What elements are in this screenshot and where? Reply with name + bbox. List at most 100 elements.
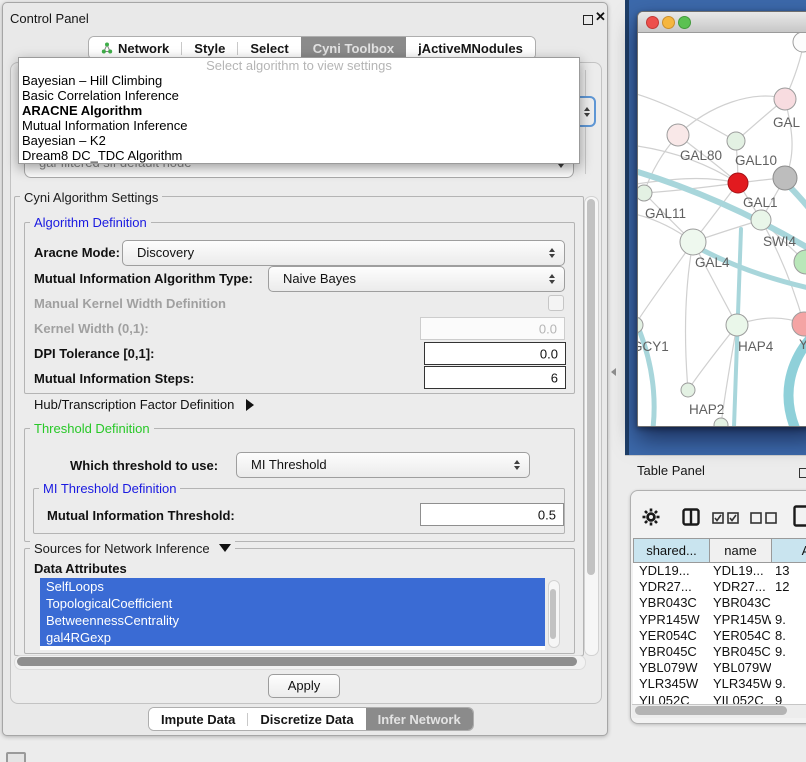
list-item[interactable]: SelfLoops — [40, 578, 545, 595]
node-selected-red[interactable] — [728, 173, 748, 193]
table-row[interactable]: YBR043C YBR043C — [633, 595, 806, 611]
node-table[interactable]: YDL19... YDL19... 13 YDR27... YDR27... 1… — [633, 563, 806, 704]
aracne-mode-combo[interactable]: Discovery — [122, 240, 565, 266]
table-panel-float-icon[interactable] — [799, 468, 806, 478]
mi-steps-label: Mutual Information Steps: — [34, 371, 194, 386]
mi-steps-field[interactable]: 6 — [424, 366, 566, 389]
apply-button[interactable]: Apply — [268, 674, 340, 698]
node-gal80[interactable] — [667, 124, 689, 146]
table-row[interactable]: YDL19... YDL19... 13 — [633, 563, 806, 579]
table-row[interactable]: YIL052C YIL052C 9 — [633, 693, 806, 705]
cell-name: YPR145W — [709, 612, 771, 628]
hub-definition-label: Hub/Transcription Factor Definition — [34, 397, 234, 412]
document-icon[interactable] — [793, 505, 806, 532]
node-gcy1[interactable] — [638, 317, 643, 333]
algorithm-option[interactable]: Basic Correlation Inference — [19, 88, 579, 103]
node-gal10[interactable] — [727, 132, 745, 150]
mi-type-combo[interactable]: Naive Bayes — [268, 266, 565, 292]
float-icon[interactable] — [583, 15, 593, 25]
mi-threshold-field[interactable]: 0.5 — [420, 503, 564, 526]
node-swi4[interactable] — [794, 250, 806, 274]
which-threshold-label: Which threshold to use: — [70, 458, 218, 473]
list-item[interactable]: gal4RGexp — [40, 629, 545, 646]
zoom-traffic-light-icon[interactable] — [678, 16, 691, 29]
column-header-shared-name[interactable]: shared... — [633, 538, 710, 563]
algorithm-option[interactable]: Dream8 DC_TDC Algorithm — [19, 148, 579, 163]
tab-discretize-data-label: Discretize Data — [260, 712, 353, 727]
gear-icon[interactable] — [642, 508, 660, 531]
node-gal1[interactable] — [751, 210, 771, 230]
node[interactable] — [774, 88, 796, 110]
table-row[interactable]: YER054C YER054C 8. — [633, 628, 806, 644]
panel-collapse-arrow[interactable] — [611, 368, 616, 376]
node-salmon[interactable] — [792, 312, 806, 336]
tab-infer-network[interactable]: Infer Network — [366, 708, 473, 730]
network-window-titlebar[interactable] — [638, 12, 806, 33]
manual-kernel-checkbox[interactable] — [548, 295, 564, 311]
tab-impute-data[interactable]: Impute Data — [149, 708, 247, 730]
table-horizontal-scrollbar-thumb[interactable] — [635, 706, 787, 715]
data-attributes-list[interactable]: SelfLoops TopologicalCoefficient Between… — [40, 578, 545, 650]
list-item[interactable]: TopologicalCoefficient — [40, 595, 545, 612]
tab-cyni-toolbox[interactable]: Cyni Toolbox — [301, 37, 406, 59]
cell-value: 8. — [771, 628, 786, 644]
list-item[interactable]: BetweennessCentrality — [40, 612, 545, 629]
network-view-window[interactable]: GAL GAL80 GAL10 GAL11 GAL1 SWI4 GAL4 GCY… — [637, 11, 806, 427]
tab-jactivemnodules[interactable]: jActiveMNodules — [406, 37, 535, 59]
expand-right-icon — [246, 399, 254, 411]
unchecked-boxes-icon[interactable] — [750, 511, 777, 529]
column-header-name[interactable]: name — [709, 538, 772, 563]
tab-select[interactable]: Select — [238, 37, 300, 59]
node-gal4[interactable] — [680, 229, 706, 255]
cell-shared: YIL052C — [633, 693, 709, 705]
node[interactable] — [793, 33, 806, 52]
cell-shared: YLR345W — [633, 676, 709, 692]
cell-shared: YER054C — [633, 628, 709, 644]
cell-shared: YDL19... — [633, 563, 709, 579]
table-row[interactable]: YLR345W YLR345W 9. — [633, 676, 806, 692]
algorithm-option-selected[interactable]: ARACNE Algorithm — [19, 103, 579, 118]
hub-definition-expander[interactable]: Hub/Transcription Factor Definition — [34, 397, 254, 412]
table-row[interactable]: YDR27... YDR27... 12 — [633, 579, 806, 595]
expand-down-icon — [219, 544, 231, 552]
node-hap4[interactable] — [726, 314, 748, 336]
table-row[interactable]: YBR045C YBR045C 9. — [633, 644, 806, 660]
dpi-tolerance-field[interactable]: 0.0 — [424, 342, 566, 365]
settings-vertical-scrollbar[interactable] — [584, 196, 599, 656]
sources-group-title[interactable]: Sources for Network Inference — [30, 541, 235, 556]
settings-vertical-scrollbar-thumb[interactable] — [587, 199, 595, 575]
cell-value: 9. — [771, 612, 786, 628]
node-hap2[interactable] — [681, 383, 695, 397]
split-columns-icon[interactable] — [682, 508, 700, 531]
tab-network-label: Network — [118, 41, 169, 56]
node-label: GAL10 — [735, 153, 777, 168]
table-row[interactable]: YPR145W YPR145W 9. — [633, 612, 806, 628]
list-vertical-scrollbar[interactable] — [548, 580, 560, 648]
table-row[interactable]: YBL079W YBL079W — [633, 660, 806, 676]
algorithm-option[interactable]: Mutual Information Inference — [19, 118, 579, 133]
collapsed-panel-icon[interactable] — [6, 752, 26, 762]
node-label: GAL11 — [645, 206, 686, 221]
settings-horizontal-scrollbar-thumb[interactable] — [17, 657, 577, 666]
list-vertical-scrollbar-thumb[interactable] — [550, 589, 556, 639]
minimize-traffic-light-icon[interactable] — [662, 16, 675, 29]
mi-steps-value: 6 — [551, 370, 558, 385]
column-header-partial[interactable]: A — [771, 538, 806, 563]
algorithm-option[interactable]: Bayesian – K2 — [19, 133, 579, 148]
dpi-tolerance-label: DPI Tolerance [0,1]: — [34, 346, 154, 361]
tab-discretize-data[interactable]: Discretize Data — [248, 708, 365, 730]
tab-network[interactable]: Network — [89, 37, 181, 59]
close-traffic-light-icon[interactable] — [646, 16, 659, 29]
checked-boxes-icon[interactable] — [712, 511, 739, 529]
mi-threshold-definition-title: MI Threshold Definition — [39, 481, 180, 496]
network-canvas[interactable]: GAL GAL80 GAL10 GAL11 GAL1 SWI4 GAL4 GCY… — [638, 33, 806, 426]
tab-cyni-toolbox-label: Cyni Toolbox — [313, 41, 394, 56]
node-gal11[interactable] — [638, 185, 652, 201]
algorithm-option[interactable]: Bayesian – Hill Climbing — [19, 73, 579, 88]
tab-style[interactable]: Style — [182, 37, 237, 59]
close-icon[interactable]: ✕ — [595, 9, 606, 25]
which-threshold-combo[interactable]: MI Threshold — [236, 452, 530, 478]
desktop: Control Panel ✕ Network — [0, 0, 806, 762]
node[interactable] — [714, 418, 728, 426]
node-gray[interactable] — [773, 166, 797, 190]
